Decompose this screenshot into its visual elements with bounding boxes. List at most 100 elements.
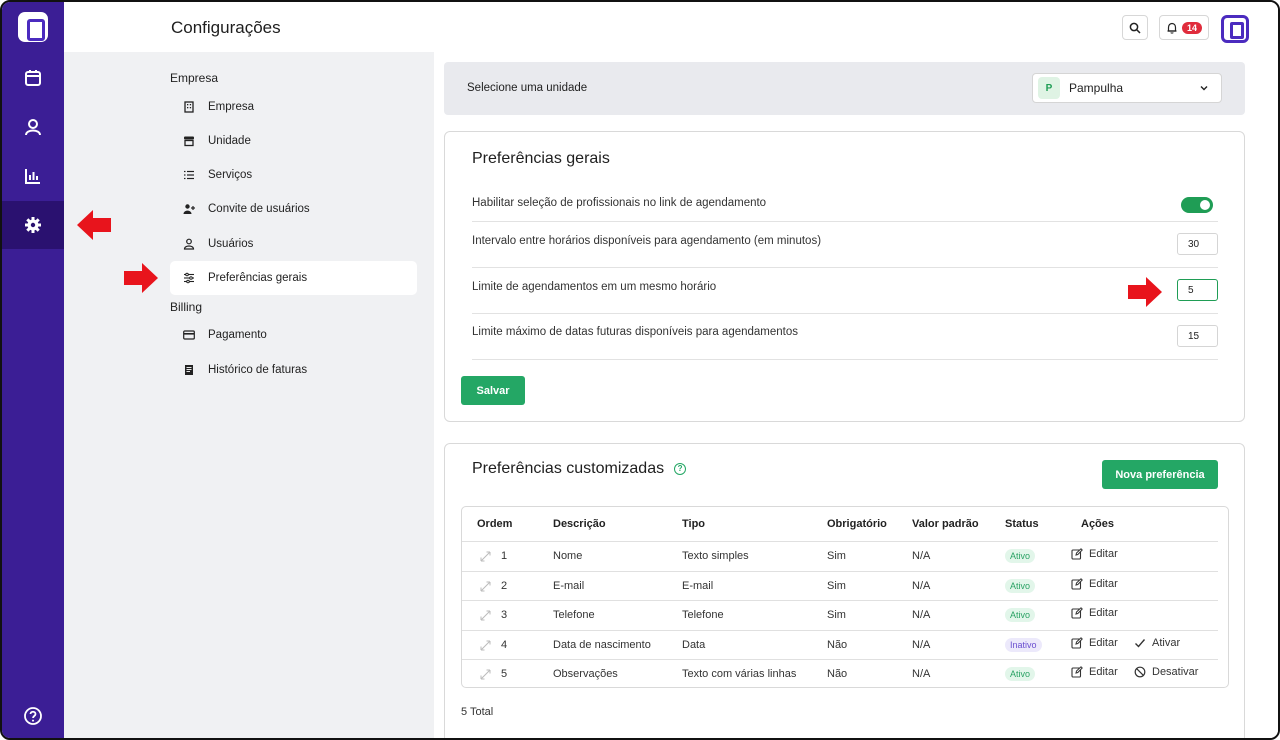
menu-item-historico[interactable]: Histórico de faturas [170,353,417,387]
column-header: Obrigatório [827,518,887,530]
list-icon [182,168,196,182]
brand-logo[interactable] [1221,15,1249,43]
column-header: Tipo [682,518,706,530]
gear-icon[interactable] [2,201,64,249]
edit-label: Editar [1089,577,1118,590]
edit-label: Editar [1089,548,1118,560]
cell-description: Data de nascimento [553,638,651,651]
menu-item-preferencias-gerais[interactable]: Preferências gerais [170,261,417,295]
general-preferences-title: Preferências gerais [472,150,610,167]
menu-item-servicos[interactable]: Serviços [170,158,417,192]
menu-item-usuarios[interactable]: Usuários [170,227,417,261]
edit-icon [1071,666,1083,678]
cell-type: Texto simples [682,550,749,562]
menu-item-label: Pagamento [208,329,267,341]
user-icon[interactable] [2,103,64,151]
pref-label: Habilitar seleção de profissionais no li… [472,197,767,209]
menu-item-pagamento[interactable]: Pagamento [170,318,417,352]
max-future-dates-input[interactable]: 15 [1177,325,1218,347]
table-row: 3 Telefone Telefone Sim N/A Ativo Editar [462,600,1218,629]
notification-badge: 14 [1181,21,1202,34]
cell-order: 1 [501,550,508,562]
cell-type: Telefone [682,609,724,621]
notifications-button[interactable]: 14 [1159,15,1209,40]
table-total: 5 Total [461,706,494,718]
pref-label: Limite de agendamentos em um mesmo horár… [472,281,717,293]
edit-button[interactable]: Editar [1071,637,1118,649]
interval-input[interactable]: 30 [1177,233,1218,255]
cell-required: Não [827,668,848,680]
unit-selected-value: Pampulha [1069,81,1124,95]
edit-label: Editar [1089,636,1118,649]
custom-preferences-title: Preferências customizadas? [472,460,687,478]
menu-item-unidade[interactable]: Unidade [170,124,417,158]
table-row: 1 Nome Texto simples Sim N/A Ativo Editar [462,541,1218,570]
page-title: Configurações [171,18,281,37]
activate-button[interactable]: Ativar [1134,637,1180,649]
annotation-arrow-right [124,263,158,293]
column-header: Valor padrão [912,518,979,530]
cell-description: Telefone [553,609,595,621]
sliders-icon [182,271,196,285]
menu-item-label: Unidade [208,135,251,147]
help-circle-icon[interactable]: ? [674,462,687,475]
column-header: Ações [1081,518,1115,530]
cell-type: Data [682,638,706,651]
cell-order: 3 [501,609,508,621]
drag-handle-icon[interactable] [480,551,491,562]
menu-item-label: Empresa [208,101,255,113]
edit-button[interactable]: Editar [1071,548,1118,560]
menu-item-empresa[interactable]: Empresa [170,90,417,124]
app-logo[interactable] [18,12,48,42]
enable-professionals-toggle[interactable] [1181,197,1213,213]
calendar-icon[interactable] [2,54,64,102]
cell-default: N/A [912,579,931,592]
save-button[interactable]: Salvar [461,376,525,405]
unit-avatar: P [1038,77,1060,99]
unit-selector-label: Selecione uma unidade [467,82,588,94]
drag-handle-icon[interactable] [480,610,491,621]
cell-type: E-mail [682,579,714,592]
cell-order: 4 [501,638,508,651]
edit-button[interactable]: Editar [1071,607,1118,619]
edit-button[interactable]: Editar [1071,578,1118,590]
app-window: Configurações 14 Empresa Empresa Unidade… [0,0,1280,740]
deactivate-button[interactable]: Desativar [1134,666,1198,678]
pref-row-max-future-dates: Limite máximo de datas futuras disponíve… [472,314,1218,360]
edit-icon [1071,607,1083,619]
cell-default: N/A [912,550,931,562]
table-row: 2 E-mail E-mail Sim N/A Ativo Editar [462,570,1218,600]
cell-default: N/A [912,638,931,651]
settings-menu: Empresa Empresa Unidade Serviços Convite… [64,52,434,738]
unit-select[interactable]: P Pampulha [1032,73,1222,103]
status-badge: Ativo [1005,549,1036,563]
menu-item-label: Preferências gerais [208,272,308,284]
custom-preferences-card: Preferências customizadas? Nova preferên… [444,443,1245,738]
main-content: Selecione uma unidade P Pampulha Preferê… [434,52,1278,738]
building-icon [182,100,196,114]
cell-default: N/A [912,609,931,621]
menu-item-label: Histórico de faturas [208,364,308,376]
help-icon[interactable] [2,692,64,738]
cell-type: Texto com várias linhas [682,668,797,680]
column-header: Status [1005,518,1039,530]
menu-item-label: Usuários [208,238,254,250]
status-badge: Ativo [1005,608,1036,622]
menu-item-label: Serviços [208,169,253,181]
search-icon [1129,22,1141,34]
limit-same-time-input[interactable]: 5 [1177,279,1218,301]
menu-item-label: Convite de usuários [208,203,310,215]
drag-handle-icon[interactable] [480,640,491,651]
edit-icon [1071,577,1083,590]
drag-handle-icon[interactable] [480,581,491,592]
chart-icon[interactable] [2,152,64,200]
drag-handle-icon[interactable] [480,669,491,680]
menu-item-convite[interactable]: Convite de usuários [170,192,417,226]
custom-preferences-table: Ordem Descrição Tipo Obrigatório Valor p… [461,506,1229,688]
search-button[interactable] [1122,15,1148,40]
edit-button[interactable]: Editar [1071,666,1118,678]
cell-description: E-mail [553,579,585,592]
cell-required: Não [827,638,848,651]
cell-required: Sim [827,609,846,621]
new-preference-button[interactable]: Nova preferência [1102,460,1218,489]
